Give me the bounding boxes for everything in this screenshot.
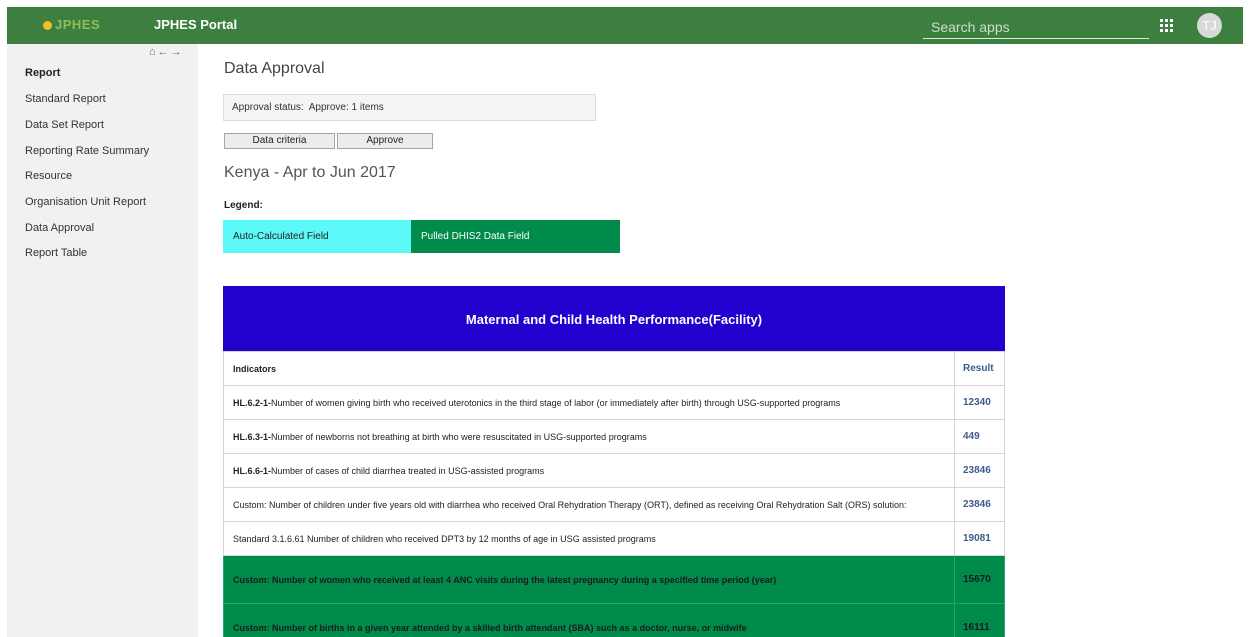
table-row: HL.6.6-1-Number of cases of child diarrh… xyxy=(223,453,1005,488)
sidebar-item-reporting-rate-summary[interactable]: Reporting Rate Summary xyxy=(25,145,149,157)
indicator-code: HL.6.3-1- xyxy=(233,431,272,442)
legend-pulled-dhis2: Pulled DHIS2 Data Field xyxy=(411,220,620,253)
logo-mark-icon xyxy=(43,21,52,30)
indicator-text: Number of newborns not breathing at birt… xyxy=(271,431,647,442)
approval-status-label: Approval status: xyxy=(232,102,304,113)
indicator-code: HL.6.2-1- xyxy=(233,397,272,408)
legend: Auto-Calculated Field Pulled DHIS2 Data … xyxy=(223,220,620,253)
logo-text: JPHES xyxy=(55,17,101,32)
indicator-cell: HL.6.6-1-Number of cases of child diarrh… xyxy=(223,453,955,488)
table-row: Custom: Number of children under five ye… xyxy=(223,487,1005,522)
result-cell: 16111 xyxy=(954,603,1005,637)
indicator-text: Number of women giving birth who receive… xyxy=(271,397,841,408)
result-cell: 449 xyxy=(954,419,1005,454)
period-title: Kenya - Apr to Jun 2017 xyxy=(224,164,396,181)
table-row: Standard 3.1.6.61 Number of children who… xyxy=(223,521,1005,556)
approval-status-box: Approval status: Approve: 1 items xyxy=(223,94,596,121)
result-cell: 12340 xyxy=(954,385,1005,420)
table-row: Custom: Number of women who received at … xyxy=(223,555,1005,604)
approval-status-value: Approve: 1 items xyxy=(308,102,384,113)
jphes-logo[interactable]: JPHES xyxy=(43,17,100,32)
sidebar-item-standard-report[interactable]: Standard Report xyxy=(25,93,106,105)
search-apps-input[interactable] xyxy=(923,15,1149,38)
result-cell: 23846 xyxy=(954,487,1005,522)
user-avatar[interactable]: TJ xyxy=(1197,13,1222,38)
indicator-text: Standard 3.1.6.61 Number of children who… xyxy=(233,533,656,544)
nav-icons: ⌂←→ xyxy=(149,46,184,58)
sidebar-item-data-approval[interactable]: Data Approval xyxy=(25,222,94,234)
portal-title[interactable]: JPHES Portal xyxy=(154,17,237,32)
home-icon[interactable]: ⌂ xyxy=(149,46,158,58)
indicator-cell: Custom: Number of children under five ye… xyxy=(223,487,955,522)
search-apps-field[interactable] xyxy=(923,15,1149,39)
indicator-code: HL.6.6-1- xyxy=(233,465,272,476)
sidebar-item-organisation-unit-report[interactable]: Organisation Unit Report xyxy=(25,196,146,208)
table-row: HL.6.2-1-Number of women giving birth wh… xyxy=(223,385,1005,420)
indicator-cell: HL.6.2-1-Number of women giving birth wh… xyxy=(223,385,955,420)
sidebar-heading-report[interactable]: Report xyxy=(25,67,60,79)
result-cell: 15670 xyxy=(954,555,1005,604)
arrow-left-icon[interactable]: ← xyxy=(158,46,171,58)
indicator-cell: Custom: Number of births in a given year… xyxy=(223,603,955,637)
indicator-cell: Standard 3.1.6.61 Number of children who… xyxy=(223,521,955,556)
result-cell: 23846 xyxy=(954,453,1005,488)
arrow-right-icon[interactable]: → xyxy=(171,46,184,58)
legend-auto-calculated: Auto-Calculated Field xyxy=(223,220,411,253)
table-row: HL.6.3-1-Number of newborns not breathin… xyxy=(223,419,1005,454)
apps-grid-icon[interactable] xyxy=(1160,19,1173,32)
sidebar-item-report-table[interactable]: Report Table xyxy=(25,247,87,259)
indicator-cell: Custom: Number of women who received at … xyxy=(223,555,955,604)
indicator-table: Indicators Result HL.6.2-1-Number of wom… xyxy=(223,351,1005,637)
top-bar: JPHES JPHES Portal TJ xyxy=(7,7,1243,44)
data-criteria-button[interactable]: Data criteria xyxy=(224,133,335,149)
result-cell: 19081 xyxy=(954,521,1005,556)
table-row: Custom: Number of births in a given year… xyxy=(223,603,1005,637)
indicator-text: Custom: Number of children under five ye… xyxy=(233,499,907,510)
sidebar: ⌂←→ Report Standard Report Data Set Repo… xyxy=(7,44,198,637)
indicator-cell: HL.6.3-1-Number of newborns not breathin… xyxy=(223,419,955,454)
indicator-text: Custom: Number of women who received at … xyxy=(233,574,777,585)
report-title: Maternal and Child Health Performance(Fa… xyxy=(223,286,1005,351)
indicator-text: Number of cases of child diarrhea treate… xyxy=(271,465,545,476)
column-header-result: Result xyxy=(954,351,1005,386)
approve-button[interactable]: Approve xyxy=(337,133,433,149)
column-header-indicators: Indicators xyxy=(223,351,955,386)
report-table: Maternal and Child Health Performance(Fa… xyxy=(223,286,1005,637)
sidebar-item-data-set-report[interactable]: Data Set Report xyxy=(25,119,104,131)
table-header-row: Indicators Result xyxy=(223,351,1005,386)
legend-label: Legend: xyxy=(224,200,263,211)
page-title: Data Approval xyxy=(224,60,325,77)
sidebar-item-resource[interactable]: Resource xyxy=(25,170,72,182)
indicator-text: Custom: Number of births in a given year… xyxy=(233,622,747,633)
